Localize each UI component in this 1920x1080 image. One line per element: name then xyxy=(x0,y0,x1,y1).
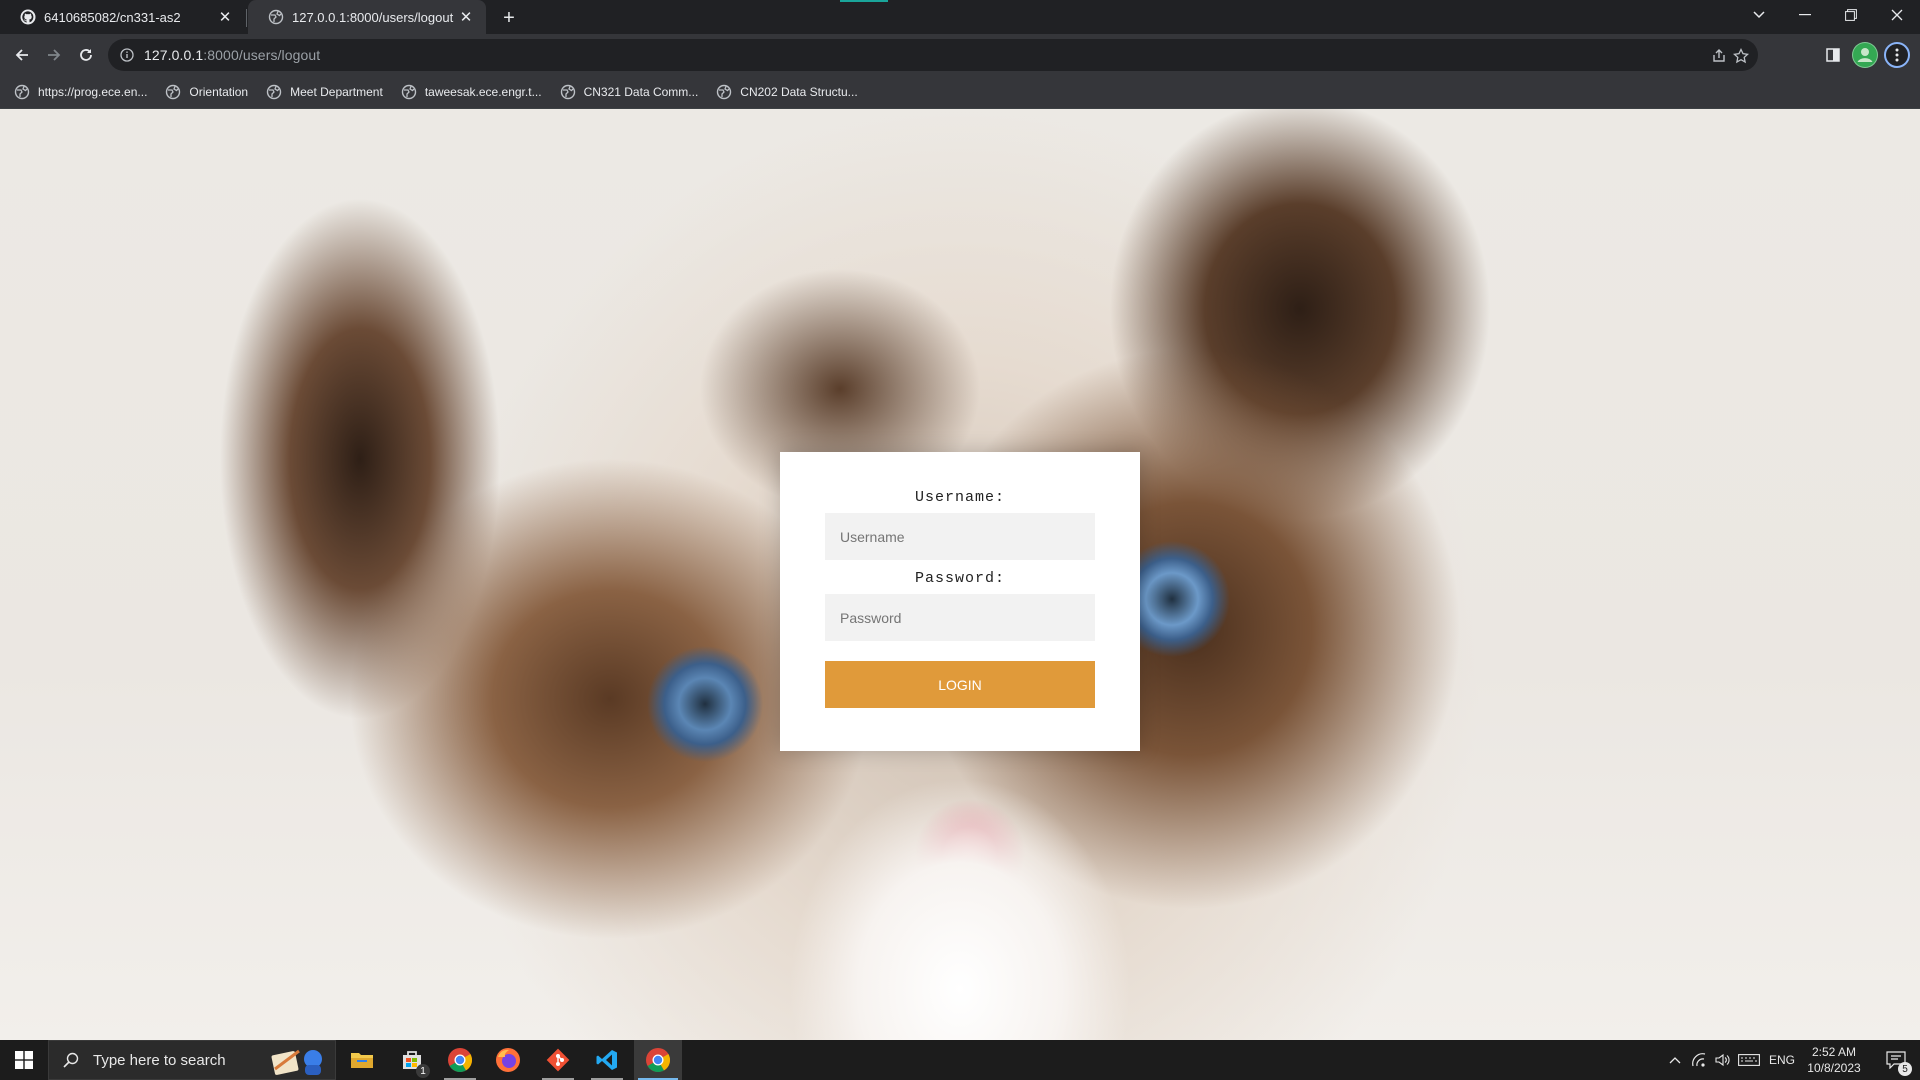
bookmark-item[interactable]: CN202 Data Structu... xyxy=(716,79,865,105)
more-vert-icon xyxy=(1895,48,1899,62)
taskbar-firefox[interactable] xyxy=(484,1040,532,1080)
browser-toolbar: 127.0.0.1:8000/users/logout xyxy=(0,34,1920,76)
url-path: :8000/users/logout xyxy=(203,47,321,63)
taskbar-search[interactable]: Type here to search xyxy=(48,1040,336,1080)
taskbar-vscode[interactable] xyxy=(583,1040,631,1080)
bookmark-label: Meet Department xyxy=(290,85,383,99)
show-hidden-icons-button[interactable] xyxy=(1664,1040,1686,1080)
arrow-left-icon xyxy=(15,49,28,61)
close-window-button[interactable] xyxy=(1874,0,1920,30)
url-host: 127.0.0.1 xyxy=(144,47,204,63)
arrow-right-icon xyxy=(48,49,61,61)
globe-icon xyxy=(268,9,284,25)
vscode-icon xyxy=(596,1050,617,1070)
taskbar-git[interactable] xyxy=(534,1040,582,1080)
search-highlight-icon xyxy=(271,1049,322,1075)
tab-search-icon[interactable] xyxy=(1736,0,1782,30)
login-button[interactable]: LOGIN xyxy=(825,661,1095,708)
search-placeholder: Type here to search xyxy=(93,1051,226,1069)
chrome-icon xyxy=(448,1048,473,1073)
close-icon[interactable]: ✕ xyxy=(217,9,233,26)
page-viewport: Username: Password: LOGIN xyxy=(0,109,1920,1040)
globe-icon xyxy=(717,84,732,100)
password-label: Password: xyxy=(914,570,1005,587)
bookmark-label: https://prog.ece.en... xyxy=(38,85,148,99)
windows-logo-icon xyxy=(15,1051,33,1069)
search-icon xyxy=(63,1052,79,1068)
tab-logout[interactable]: 127.0.0.1:8000/users/logout ✕ xyxy=(248,0,486,34)
bookmark-item[interactable]: Orientation xyxy=(165,79,256,105)
profile-avatar[interactable] xyxy=(1852,42,1878,68)
github-icon xyxy=(20,9,36,25)
tab-github[interactable]: 6410685082/cn331-as2 ✕ xyxy=(0,0,245,34)
menu-button[interactable] xyxy=(1884,42,1910,68)
address-bar[interactable]: 127.0.0.1:8000/users/logout xyxy=(108,39,1758,71)
username-label: Username: xyxy=(914,489,1005,506)
back-button[interactable] xyxy=(8,41,36,69)
volume-icon[interactable] xyxy=(1712,1040,1734,1080)
bookmarks-bar: https://prog.ece.en... Orientation Meet … xyxy=(0,76,1920,109)
network-icon[interactable] xyxy=(1688,1040,1710,1080)
taskbar-chrome-active[interactable] xyxy=(634,1040,682,1080)
store-badge: 1 xyxy=(416,1064,430,1078)
info-icon[interactable] xyxy=(118,46,136,64)
git-icon xyxy=(546,1048,570,1072)
clock[interactable]: 2:52 AM 10/8/2023 xyxy=(1800,1044,1868,1076)
tab-strip: 6410685082/cn331-as2 ✕ 127.0.0.1:8000/us… xyxy=(0,0,1920,34)
taskbar-store[interactable]: 1 xyxy=(388,1040,436,1080)
chrome-icon xyxy=(646,1048,671,1073)
new-tab-button[interactable]: + xyxy=(496,5,522,31)
windows-taskbar: Type here to search 1 ENG 2:52 AM 10/8/2… xyxy=(0,1040,1920,1080)
bookmark-label: taweesak.ece.engr.t... xyxy=(424,85,542,99)
password-input[interactable] xyxy=(825,594,1095,641)
reload-icon xyxy=(80,49,92,61)
accent-line xyxy=(840,0,888,2)
forward-button[interactable] xyxy=(40,41,68,69)
notification-badge: 5 xyxy=(1898,1062,1912,1076)
globe-icon xyxy=(166,84,181,100)
firefox-icon xyxy=(496,1048,520,1072)
bookmark-label: Orientation xyxy=(189,85,249,99)
bookmark-item[interactable]: CN321 Data Comm... xyxy=(560,79,707,105)
language-indicator[interactable]: ENG xyxy=(1766,1040,1798,1080)
keyboard-icon[interactable] xyxy=(1736,1040,1762,1080)
clock-time: 2:52 AM xyxy=(1811,1045,1857,1059)
reload-button[interactable] xyxy=(72,41,100,69)
bookmark-star-icon[interactable] xyxy=(1730,45,1752,67)
bookmark-item[interactable]: Meet Department xyxy=(266,79,391,105)
login-form: Username: Password: LOGIN xyxy=(780,452,1140,751)
bookmark-item[interactable]: https://prog.ece.en... xyxy=(14,79,155,105)
globe-icon xyxy=(560,84,575,100)
person-icon xyxy=(1853,43,1877,67)
side-panel-icon[interactable] xyxy=(1820,42,1846,68)
file-explorer-icon xyxy=(351,1053,373,1068)
bookmark-label: CN321 Data Comm... xyxy=(583,85,699,99)
globe-icon xyxy=(266,84,282,100)
bookmark-label: CN202 Data Structu... xyxy=(740,85,858,99)
share-icon[interactable] xyxy=(1708,45,1730,67)
tab-title: 6410685082/cn331-as2 xyxy=(44,9,181,25)
close-icon[interactable]: ✕ xyxy=(458,9,474,26)
bookmark-item[interactable]: taweesak.ece.engr.t... xyxy=(401,79,550,105)
clock-date: 10/8/2023 xyxy=(1807,1061,1861,1075)
globe-icon xyxy=(14,84,30,100)
start-button[interactable] xyxy=(0,1040,48,1080)
username-input[interactable] xyxy=(825,513,1095,560)
tab-divider xyxy=(246,9,247,27)
globe-icon xyxy=(401,84,417,100)
notification-center-button[interactable]: 5 xyxy=(1876,1040,1916,1080)
minimize-button[interactable] xyxy=(1782,0,1828,30)
url-text: 127.0.0.1:8000/users/logout xyxy=(144,47,320,63)
restore-button[interactable] xyxy=(1828,0,1874,30)
tab-title: 127.0.0.1:8000/users/logout xyxy=(292,9,454,25)
chevron-up-icon xyxy=(1669,1057,1681,1064)
taskbar-file-explorer[interactable] xyxy=(338,1040,386,1080)
taskbar-chrome[interactable] xyxy=(436,1040,484,1080)
